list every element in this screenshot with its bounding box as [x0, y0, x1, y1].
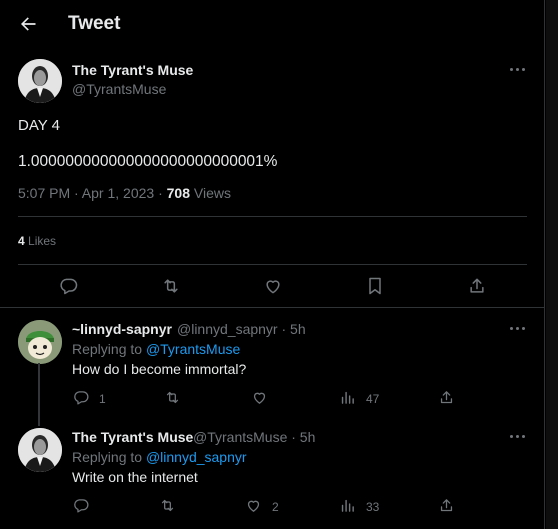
retweet-icon[interactable] [159, 497, 176, 514]
reply-icon[interactable] [73, 389, 90, 406]
reply-icon[interactable] [59, 276, 79, 296]
views-count: 33 [366, 500, 380, 514]
divider [18, 264, 527, 265]
replying-to-link[interactable]: @TyrantsMuse [146, 341, 240, 357]
views-icon[interactable] [339, 389, 356, 406]
scrollbar[interactable] [546, 0, 558, 529]
like-icon[interactable] [251, 389, 268, 406]
views-count: 47 [366, 392, 380, 406]
tweet-meta: 5:07 PM · Apr 1, 2023 · 708 Views [18, 185, 231, 201]
more-options-icon[interactable] [510, 435, 528, 441]
reply-icon[interactable] [73, 497, 90, 514]
like-icon[interactable] [245, 497, 262, 514]
retweet-icon[interactable] [161, 276, 181, 296]
more-options-icon[interactable] [510, 68, 528, 74]
share-icon[interactable] [467, 276, 487, 296]
more-options-icon[interactable] [510, 327, 528, 333]
views-icon[interactable] [339, 497, 356, 514]
thread-line [38, 363, 40, 426]
reply-avatar[interactable] [18, 320, 62, 364]
author-avatar[interactable] [18, 59, 62, 103]
author-handle[interactable]: @TyrantsMuse [72, 81, 166, 97]
bookmark-icon[interactable] [365, 276, 385, 296]
tweet-text-line-2: 1.000000000000000000000000001% [18, 153, 278, 170]
likes-count: 4 [18, 234, 25, 248]
back-arrow-icon[interactable] [18, 14, 38, 34]
reply-author-handle[interactable]: @TyrantsMuse · 5h [193, 429, 315, 445]
divider [18, 216, 527, 217]
replying-to-label: Replying to [72, 449, 146, 465]
author-name[interactable]: The Tyrant's Muse [72, 62, 193, 78]
like-count: 2 [272, 500, 279, 514]
tweet-text-line-1: DAY 4 [18, 117, 60, 134]
tweet-timestamp[interactable]: 5:07 PM · Apr 1, 2023 · [18, 185, 167, 201]
share-icon[interactable] [438, 497, 455, 514]
reply-author-name[interactable]: ~linnyd-sapnyr [72, 321, 172, 337]
replying-to-label: Replying to [72, 341, 146, 357]
views-count: 708 [166, 185, 190, 201]
header: Tweet [0, 0, 545, 50]
reply-author-name[interactable]: The Tyrant's Muse [72, 429, 193, 445]
reply-author-handle[interactable]: @linnyd_sapnyr · 5h [177, 321, 306, 337]
reply-text: How do I become immortal? [72, 361, 247, 377]
likes-label: Likes [24, 234, 57, 248]
likes-summary[interactable]: 4 Likes [18, 234, 56, 248]
like-icon[interactable] [263, 276, 283, 296]
divider [0, 307, 545, 308]
reply-count: 1 [99, 392, 106, 406]
reply-avatar[interactable] [18, 428, 62, 472]
page-title: Tweet [68, 13, 121, 34]
views-label: Views [190, 185, 231, 201]
share-icon[interactable] [438, 389, 455, 406]
replying-to: Replying to @TyrantsMuse [72, 341, 240, 357]
retweet-icon[interactable] [164, 389, 181, 406]
reply-text: Write on the internet [72, 469, 198, 485]
replying-to: Replying to @linnyd_sapnyr [72, 449, 247, 465]
tweet-panel: Tweet The Tyrant's Muse @TyrantsMuse DAY… [0, 0, 545, 529]
replying-to-link[interactable]: @linnyd_sapnyr [146, 449, 247, 465]
